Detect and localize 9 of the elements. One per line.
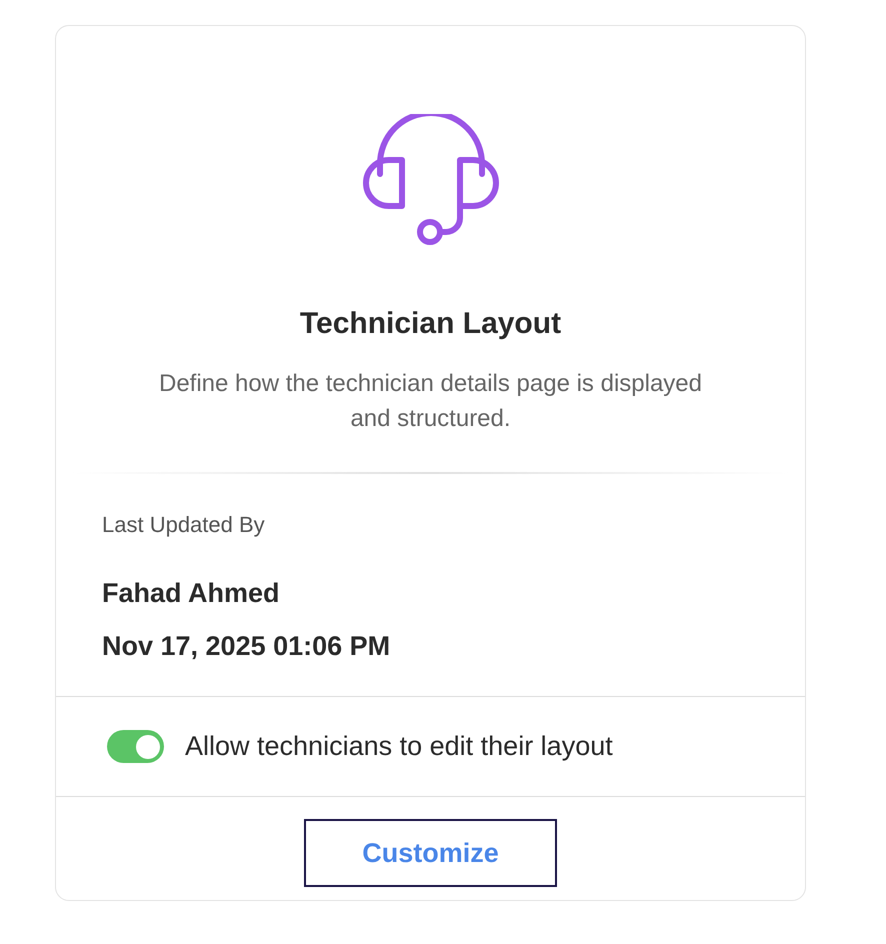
card-description: Define how the technician details page is displayed and structured.: [158, 369, 703, 434]
last-updated-label: Last Updated By: [102, 511, 266, 539]
toggle-label: Allow technicians to edit their layout: [185, 730, 613, 764]
headset-icon: [362, 114, 498, 248]
updated-at-date: Nov 17, 2025 01:06 PM: [102, 630, 392, 662]
updated-by-name: Fahad Ahmed: [102, 577, 281, 610]
card-title: Technician Layout: [300, 306, 562, 342]
toggle-switch[interactable]: [107, 730, 164, 763]
customize-button[interactable]: Customize: [304, 819, 557, 887]
